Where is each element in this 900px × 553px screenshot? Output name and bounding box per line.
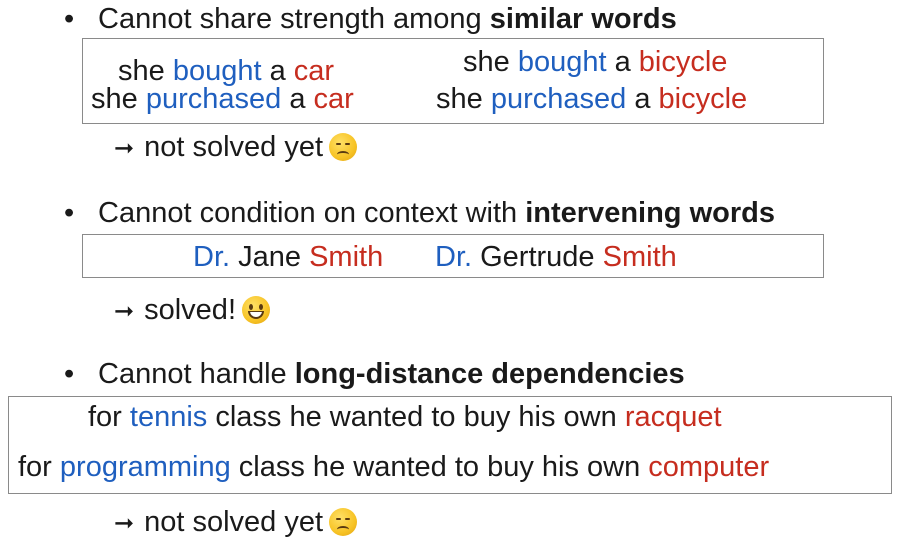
bullet-bold-text: long-distance dependencies bbox=[294, 358, 685, 390]
word: class he wanted to buy his own bbox=[207, 401, 625, 433]
result-line: ➞ solved! bbox=[114, 293, 270, 329]
bullet-long-distance: • Cannot handle long-distance dependencie… bbox=[64, 357, 685, 391]
bullet-dot: • bbox=[64, 3, 75, 35]
result-text: solved! bbox=[144, 294, 236, 326]
word: a bbox=[606, 46, 639, 78]
bullet-intervening-words: • Cannot condition on context with interv… bbox=[64, 196, 775, 230]
grinning-face-emoji-icon bbox=[242, 296, 270, 324]
word: Jane bbox=[230, 241, 310, 273]
result-text: not solved yet bbox=[144, 131, 324, 163]
sad-face-emoji-icon bbox=[329, 133, 358, 161]
example-sentence: she purchased a car bbox=[91, 82, 354, 116]
word: class he wanted to buy his own bbox=[230, 451, 649, 483]
example-sentence: for programming class he wanted to buy h… bbox=[18, 450, 769, 484]
bullet-text: Cannot handle bbox=[98, 358, 295, 390]
arrow-icon: ➞ bbox=[114, 298, 135, 325]
word: Gertrude bbox=[472, 241, 603, 273]
word: for bbox=[18, 451, 60, 483]
highlight-target: racquet bbox=[624, 401, 722, 433]
example-sentence: she bought a bicycle bbox=[463, 45, 727, 79]
result-line: ➞ not solved yet bbox=[114, 505, 358, 541]
arrow-icon: ➞ bbox=[114, 135, 135, 162]
highlight-noun: bicycle bbox=[658, 83, 748, 115]
highlight-verb: bought bbox=[517, 46, 607, 78]
result-text: not solved yet bbox=[144, 506, 324, 538]
example-sentence: Dr. Gertrude Smith bbox=[435, 240, 677, 274]
bullet-similar-words: • Cannot share strength among similar wor… bbox=[64, 2, 677, 36]
arrow-icon: ➞ bbox=[114, 510, 135, 537]
example-sentence: for tennis class he wanted to buy his ow… bbox=[88, 400, 722, 434]
highlight-verb: purchased bbox=[490, 83, 627, 115]
word: for bbox=[88, 401, 130, 433]
highlight-target: computer bbox=[648, 451, 770, 483]
word: a bbox=[281, 83, 314, 115]
highlight-surname: Smith bbox=[602, 241, 677, 273]
word: she bbox=[436, 83, 491, 115]
sad-face-emoji-icon bbox=[329, 508, 358, 536]
bullet-text: Cannot condition on context with bbox=[98, 197, 526, 229]
bullet-dot: • bbox=[64, 358, 75, 390]
highlight-context: tennis bbox=[129, 401, 208, 433]
word: a bbox=[626, 83, 659, 115]
result-line: ➞ not solved yet bbox=[114, 130, 358, 166]
example-sentence: Dr. Jane Smith bbox=[193, 240, 383, 274]
highlight-title: Dr. bbox=[435, 241, 473, 273]
highlight-surname: Smith bbox=[309, 241, 384, 273]
bullet-bold-text: intervening words bbox=[525, 197, 775, 229]
word: she bbox=[463, 46, 518, 78]
highlight-noun: bicycle bbox=[638, 46, 728, 78]
highlight-verb: purchased bbox=[145, 83, 282, 115]
bullet-text: Cannot share strength among bbox=[98, 3, 490, 35]
word: she bbox=[91, 83, 146, 115]
highlight-title: Dr. bbox=[193, 241, 231, 273]
bullet-bold-text: similar words bbox=[489, 3, 677, 35]
highlight-context: programming bbox=[59, 451, 231, 483]
highlight-noun: car bbox=[313, 83, 354, 115]
bullet-dot: • bbox=[64, 197, 75, 229]
example-sentence: she purchased a bicycle bbox=[436, 82, 747, 116]
